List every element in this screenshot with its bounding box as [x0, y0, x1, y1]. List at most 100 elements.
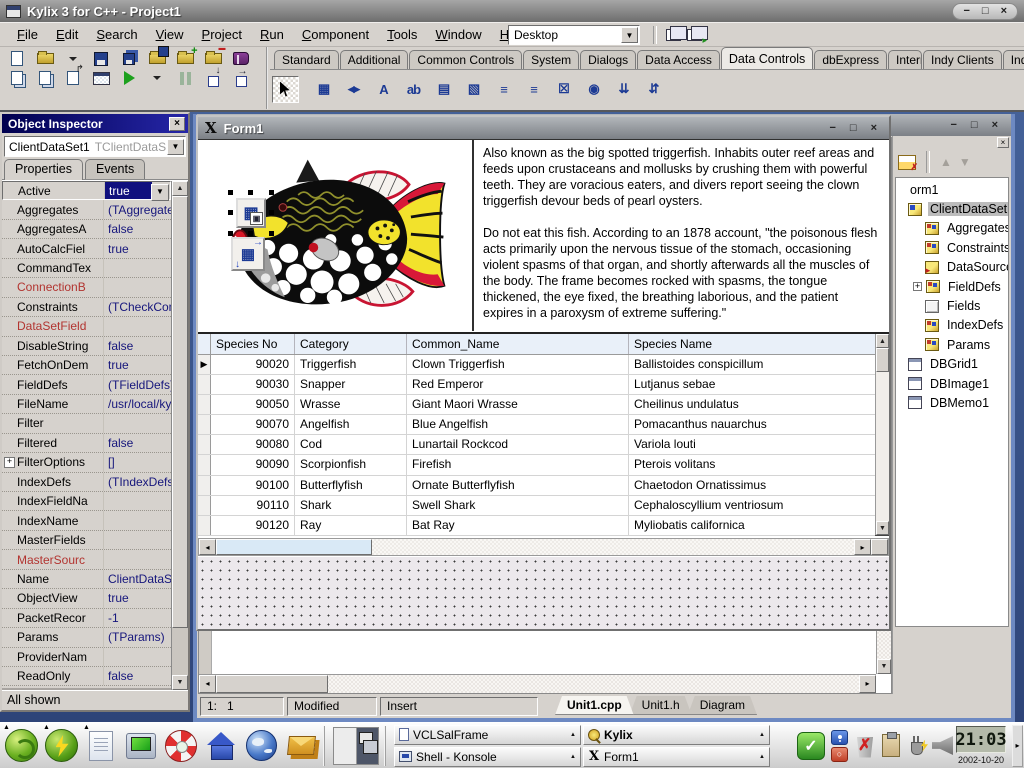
- terminal-button[interactable]: [121, 726, 161, 766]
- tree-item[interactable]: + DBGrid1: [896, 355, 1008, 374]
- Constraints[interactable]: Constraints (TCheckConst: [2, 298, 171, 317]
- quicklaunch-button[interactable]: [41, 726, 81, 766]
- dblookupcombobox-icon[interactable]: ⇵: [640, 76, 667, 103]
- help-center-button[interactable]: [161, 726, 201, 766]
- task-button[interactable]: Kylix ▲: [583, 725, 770, 745]
- grid-horizontal-scrollbar[interactable]: ◂ ▸: [198, 538, 889, 556]
- scroll-up-icon[interactable]: ▲: [172, 181, 188, 196]
- suse-menu-button[interactable]: [1, 726, 41, 766]
- editor-scroll-right-icon[interactable]: ▸: [859, 675, 876, 693]
- editor-minimize-icon[interactable]: −: [947, 119, 959, 131]
- power-plug-icon[interactable]: [906, 734, 926, 758]
- tree-item[interactable]: + IndexDefs: [896, 316, 1008, 335]
- grid-row[interactable]: 90030 Snapper Red Emperor Lutjanus sebae: [198, 375, 875, 395]
- minimize-icon[interactable]: −: [963, 6, 969, 17]
- tree-item[interactable]: + Aggregates: [896, 219, 1008, 238]
- panel-hide-icon[interactable]: ▸: [1012, 725, 1023, 767]
- palette-tab[interactable]: Indy: [1003, 50, 1024, 69]
- new-form-button[interactable]: [88, 66, 114, 90]
- Aggregates[interactable]: Aggregates (TAggregates): [2, 200, 171, 219]
- dbgrid-icon[interactable]: ▦: [310, 76, 337, 103]
- object-combo-dropdown-icon[interactable]: ▼: [167, 139, 184, 155]
- editor-maximize-icon[interactable]: □: [968, 119, 981, 131]
- inspector-tab[interactable]: Events: [85, 159, 145, 179]
- grid-row[interactable]: 90020 Triggerfish Clown Triggerfish Ball…: [198, 355, 875, 375]
- dbradiogroup-icon[interactable]: ◉: [580, 76, 607, 103]
- step-over-button[interactable]: [228, 66, 254, 90]
- menu-item[interactable]: Edit: [47, 24, 87, 45]
- DataSetField[interactable]: DataSetField: [2, 317, 171, 336]
- dbcombobox-icon[interactable]: ≡: [520, 76, 547, 103]
- MasterSourc[interactable]: MasterSourc: [2, 550, 171, 569]
- grid-vertical-scrollbar[interactable]: ▲ ▼: [875, 334, 889, 535]
- DisableString[interactable]: DisableString false: [2, 337, 171, 356]
- task-button[interactable]: Form1 ▲: [583, 747, 770, 767]
- fish-description-memo[interactable]: Also known as the big spotted triggerfis…: [472, 140, 889, 331]
- maximize-icon[interactable]: □: [982, 6, 989, 17]
- menu-item[interactable]: Project: [193, 24, 251, 45]
- clientdataset-component[interactable]: ▦▣: [228, 190, 274, 236]
- set-debug-desktop-icon[interactable]: [687, 29, 702, 41]
- Filter[interactable]: Filter: [2, 414, 171, 433]
- dbedit-icon[interactable]: ab: [400, 76, 427, 103]
- tree-item[interactable]: + Params: [896, 335, 1008, 354]
- save-desktop-icon[interactable]: [666, 29, 681, 41]
- dbimage-icon[interactable]: ▧: [460, 76, 487, 103]
- treeview-close-icon[interactable]: ×: [997, 137, 1009, 148]
- menu-item[interactable]: Run: [251, 24, 293, 45]
- desktop-combo-dropdown-icon[interactable]: ▼: [621, 27, 638, 43]
- grid-row[interactable]: 90110 Shark Swell Shark Cephaloscyllium …: [198, 496, 875, 516]
- datasource-component[interactable]: ▦→↓: [231, 237, 265, 271]
- MasterFields[interactable]: MasterFields: [2, 531, 171, 550]
- FetchOnDem[interactable]: FetchOnDem true: [2, 356, 171, 375]
- logout-icon[interactable]: ○: [831, 747, 848, 762]
- desktop-pager[interactable]: [333, 727, 379, 765]
- menu-item[interactable]: Window: [426, 24, 490, 45]
- grid-scroll-thumb[interactable]: [876, 348, 889, 372]
- mail-button[interactable]: [281, 726, 321, 766]
- clientdataset-icon[interactable]: ▦▣: [236, 198, 266, 228]
- palette-tab[interactable]: Standard: [274, 50, 339, 69]
- tree-item[interactable]: + orm1: [896, 180, 1008, 199]
- editor-scroll-left-icon[interactable]: ◂: [199, 675, 216, 693]
- IndexFieldNa[interactable]: IndexFieldNa: [2, 492, 171, 511]
- grid-scroll-down-icon[interactable]: ▼: [876, 521, 889, 535]
- menu-item[interactable]: Tools: [378, 24, 426, 45]
- panel-grip[interactable]: [323, 726, 328, 766]
- trace-into-button[interactable]: [200, 66, 226, 90]
- palette-tab[interactable]: dbExpress: [814, 50, 887, 69]
- grid-scroll-right-icon[interactable]: ▸: [854, 539, 871, 555]
- grid-row[interactable]: 90070 Angelfish Blue Angelfish Pomacanth…: [198, 415, 875, 435]
- tree-item[interactable]: + Constraints: [896, 238, 1008, 257]
- view-forms-button[interactable]: [32, 66, 58, 90]
- palette-tab[interactable]: Internet: [888, 50, 922, 69]
- palette-tab[interactable]: Common Controls: [409, 50, 522, 69]
- new-item-icon[interactable]: [898, 155, 916, 170]
- dbmemo-icon[interactable]: ▤: [430, 76, 457, 103]
- main-titlebar[interactable]: Kylix 3 for C++ - Project1 − □ ×: [0, 0, 1024, 22]
- dbcheckbox-icon[interactable]: ☒: [550, 76, 577, 103]
- IndexDefs[interactable]: IndexDefs (TIndexDefs): [2, 473, 171, 492]
- menu-item[interactable]: Component: [293, 24, 378, 45]
- ProviderNam[interactable]: ProviderNam: [2, 648, 171, 667]
- Filtered[interactable]: Filtered false: [2, 434, 171, 453]
- dblookuplistbox-icon[interactable]: ⇊: [610, 76, 637, 103]
- ReadOnly[interactable]: ReadOnly false: [2, 667, 171, 686]
- lock-screen-icon[interactable]: [831, 730, 848, 745]
- editor-hscroll-thumb[interactable]: [216, 675, 328, 693]
- palette-tab[interactable]: Data Controls: [721, 47, 813, 69]
- move-up-icon[interactable]: ▲: [940, 155, 952, 169]
- dblistbox-icon[interactable]: ≡: [490, 76, 517, 103]
- menu-item[interactable]: Search: [87, 24, 146, 45]
- close-icon[interactable]: ×: [1001, 6, 1007, 17]
- PacketRecor[interactable]: PacketRecor -1: [2, 609, 171, 628]
- dbtext-icon[interactable]: A: [370, 76, 397, 103]
- tree-item[interactable]: + ClientDataSet1: [896, 199, 1008, 218]
- run-dropdown-button[interactable]: [144, 66, 170, 90]
- grid-row[interactable]: 90050 Wrasse Giant Maori Wrasse Cheilinu…: [198, 395, 875, 415]
- grid-row[interactable]: 90100 Butterflyfish Ornate Butterflyfish…: [198, 476, 875, 496]
- tree-expand-icon[interactable]: +: [913, 282, 922, 291]
- editor-scroll-down-icon[interactable]: ▼: [877, 659, 891, 674]
- object-selector-combo[interactable]: ClientDataSet1 TClientDataS ▼: [4, 136, 186, 157]
- panel-clock[interactable]: 21:03 2002-10-20: [955, 726, 1007, 765]
